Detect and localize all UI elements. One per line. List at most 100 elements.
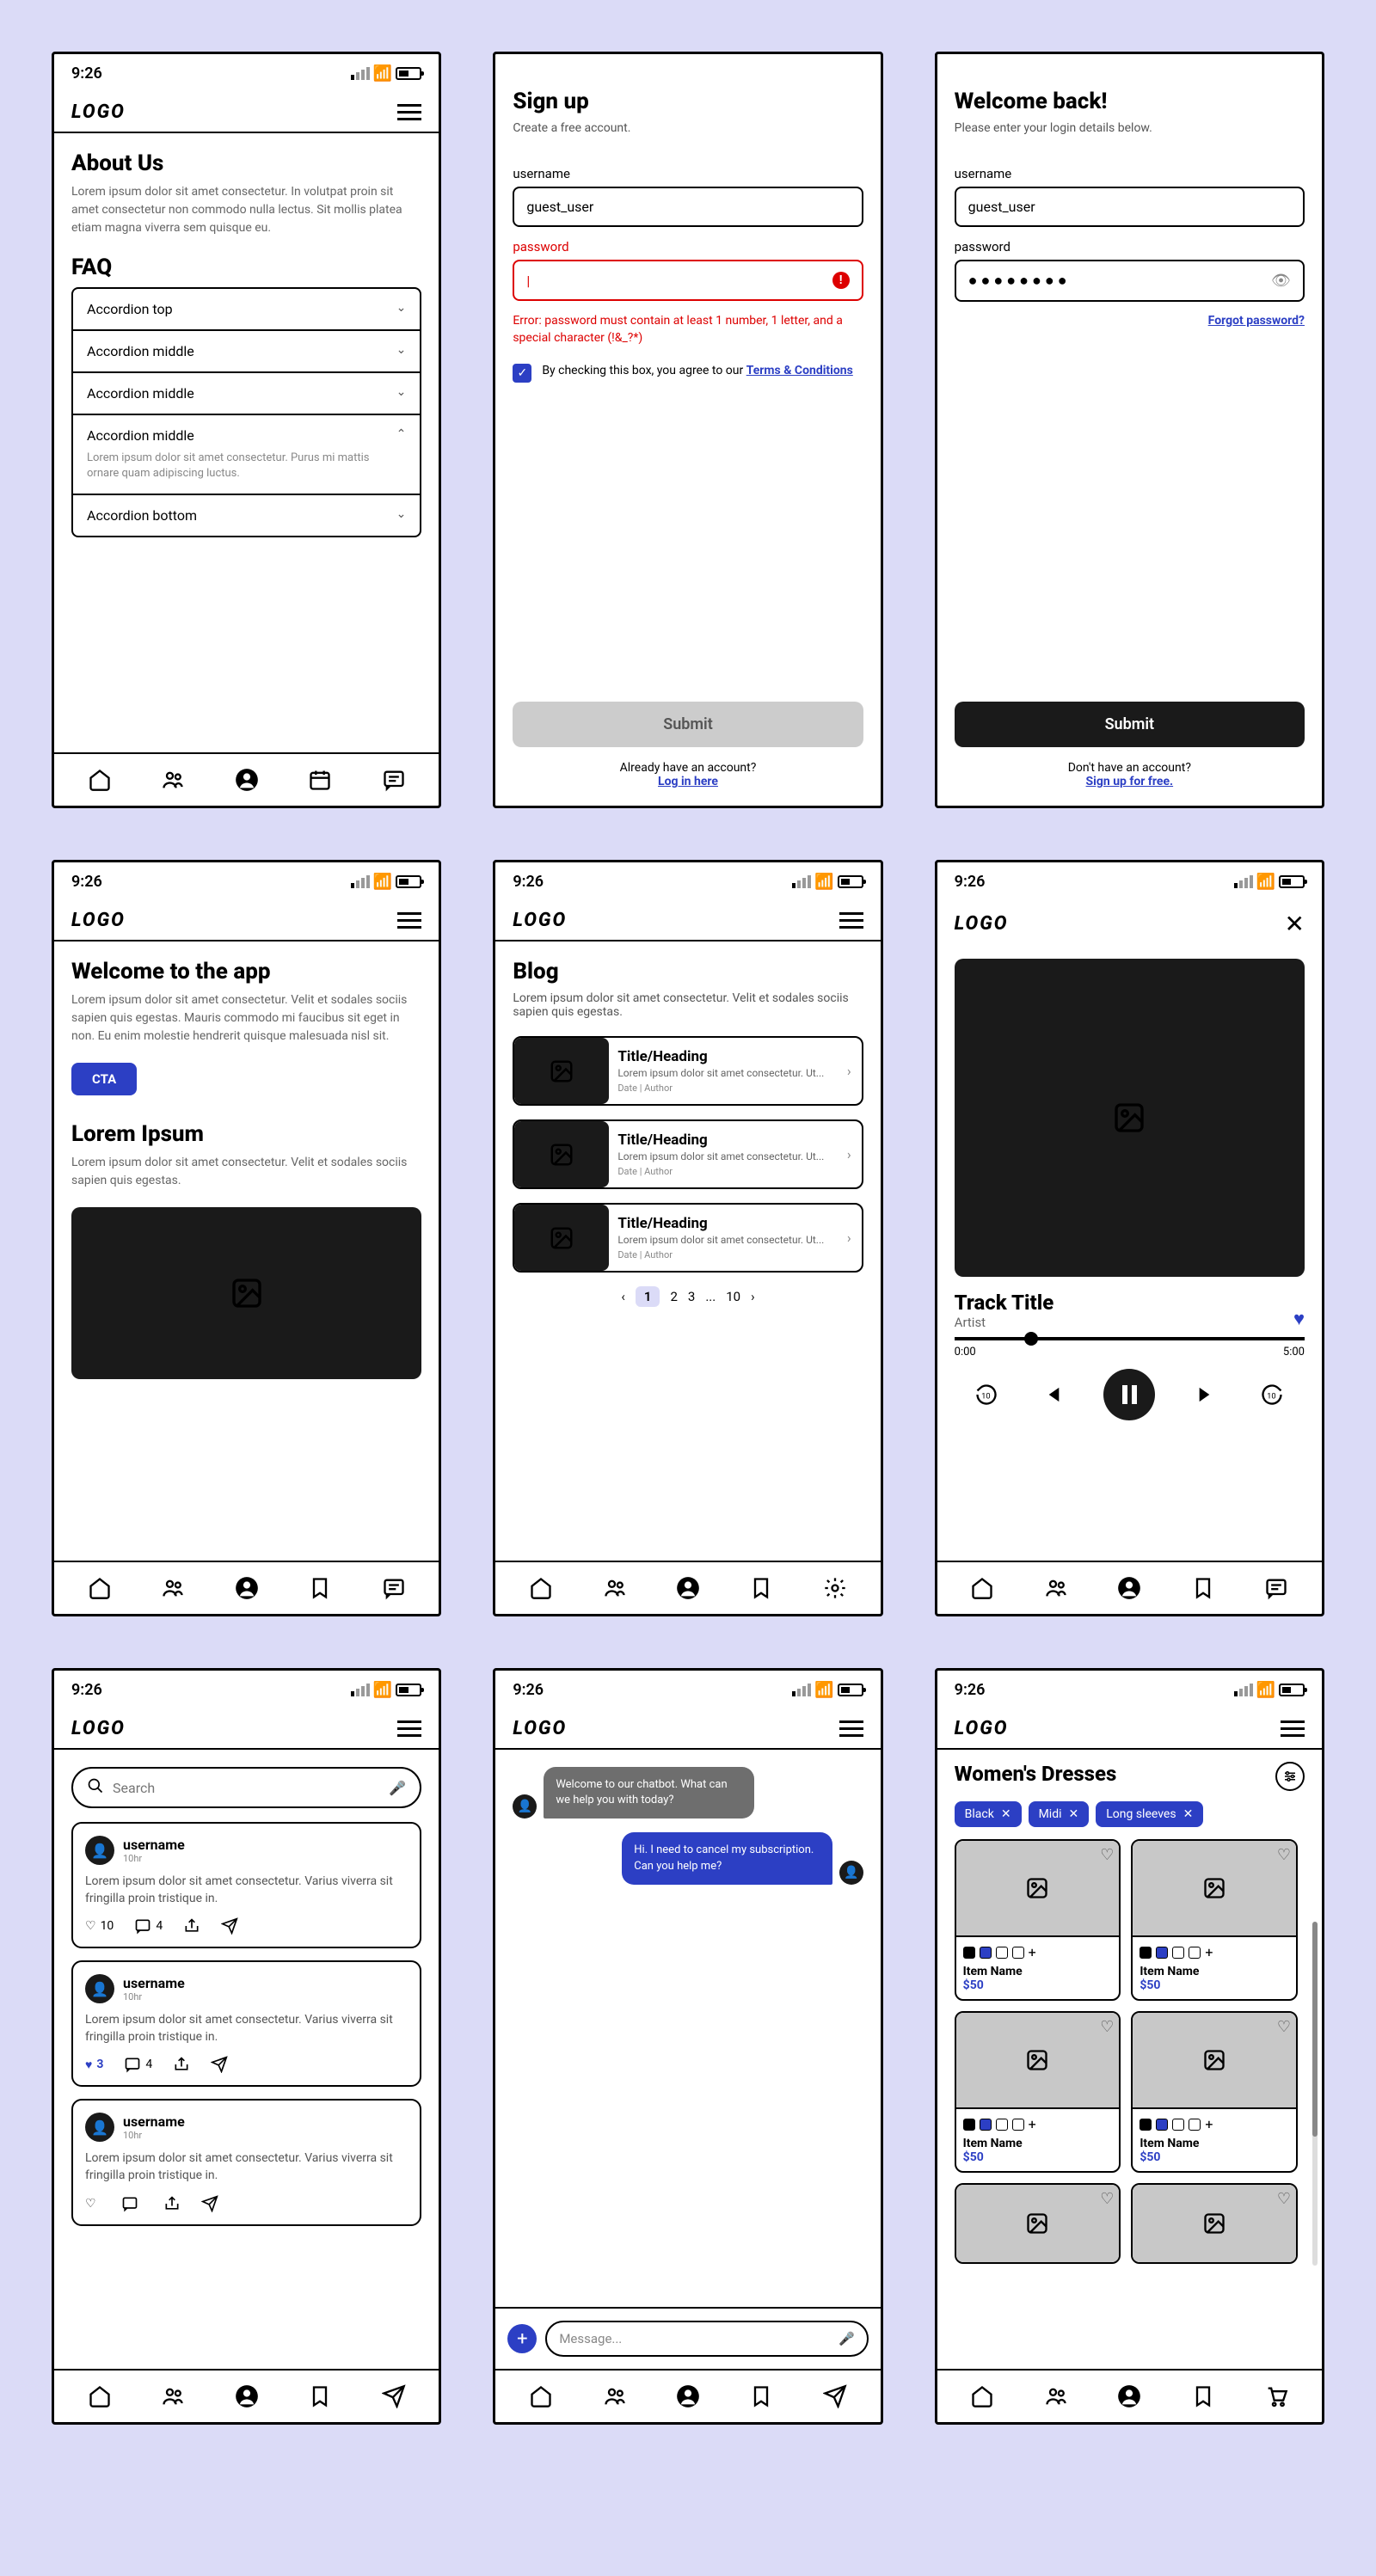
- home-icon[interactable]: [529, 1576, 553, 1600]
- terms-checkbox[interactable]: ✓ By checking this box, you agree to our…: [513, 364, 863, 383]
- pause-button[interactable]: [1103, 1369, 1155, 1420]
- menu-button[interactable]: [397, 912, 421, 929]
- remove-icon[interactable]: ✕: [1001, 1807, 1011, 1821]
- filter-chip[interactable]: Midi✕: [1029, 1801, 1090, 1827]
- filter-chip[interactable]: Long sleeves✕: [1096, 1801, 1203, 1827]
- home-icon[interactable]: [529, 2384, 553, 2408]
- product-card[interactable]: ♡ +Item Name$50: [1131, 1839, 1298, 2001]
- mic-icon[interactable]: 🎤: [389, 1780, 406, 1796]
- accordion-item[interactable]: Accordion bottom⌄: [73, 495, 420, 536]
- home-icon[interactable]: [88, 768, 112, 792]
- menu-button[interactable]: [1281, 1720, 1305, 1737]
- bookmark-icon[interactable]: [308, 2384, 332, 2408]
- chat-icon[interactable]: [382, 1576, 406, 1600]
- forward-10-icon[interactable]: 10: [1260, 1383, 1284, 1407]
- post-username[interactable]: username: [123, 1837, 185, 1853]
- page-current[interactable]: 1: [636, 1286, 660, 1307]
- menu-button[interactable]: [839, 1720, 863, 1737]
- product-card[interactable]: ♡: [1131, 2183, 1298, 2264]
- cta-button[interactable]: CTA: [71, 1063, 137, 1095]
- page-link[interactable]: 10: [726, 1289, 740, 1304]
- previous-icon[interactable]: [1039, 1383, 1063, 1407]
- bookmark-icon[interactable]: [1191, 2384, 1215, 2408]
- blog-card[interactable]: Title/HeadingLorem ipsum dolor sit amet …: [513, 1119, 863, 1189]
- users-icon[interactable]: [1044, 2384, 1068, 2408]
- profile-icon[interactable]: [235, 1576, 259, 1600]
- users-icon[interactable]: [161, 1576, 185, 1600]
- home-icon[interactable]: [970, 1576, 994, 1600]
- close-button[interactable]: ✕: [1285, 910, 1305, 938]
- cart-icon[interactable]: [1264, 2384, 1288, 2408]
- send-button[interactable]: [211, 2056, 228, 2073]
- color-swatches[interactable]: +: [1140, 2116, 1289, 2132]
- remove-icon[interactable]: ✕: [1183, 1807, 1194, 1821]
- menu-button[interactable]: [839, 912, 863, 929]
- progress-slider[interactable]: [955, 1337, 1305, 1340]
- favorite-icon[interactable]: ♡: [1277, 2190, 1291, 2208]
- favorite-icon[interactable]: ♡: [1100, 2018, 1114, 2036]
- bookmark-icon[interactable]: [308, 1576, 332, 1600]
- username-input[interactable]: guest_user: [513, 187, 863, 227]
- favorite-icon[interactable]: ♡: [1277, 2018, 1291, 2036]
- page-link[interactable]: 3: [688, 1289, 695, 1304]
- home-icon[interactable]: [88, 2384, 112, 2408]
- profile-icon[interactable]: [235, 768, 259, 792]
- color-swatches[interactable]: +: [963, 1944, 1113, 1960]
- share-button[interactable]: [163, 2195, 181, 2212]
- bookmark-icon[interactable]: [749, 1576, 773, 1600]
- send-icon[interactable]: [823, 2384, 847, 2408]
- submit-button[interactable]: Submit: [513, 702, 863, 747]
- favorite-icon[interactable]: ♡: [1100, 1846, 1114, 1864]
- remove-icon[interactable]: ✕: [1069, 1807, 1079, 1821]
- add-button[interactable]: +: [507, 2324, 537, 2353]
- comment-button[interactable]: 4: [124, 2056, 152, 2073]
- like-button[interactable]: ♡10: [85, 1919, 114, 1933]
- favorite-icon[interactable]: ♡: [1277, 1846, 1291, 1864]
- signup-link[interactable]: Sign up for free.: [1086, 775, 1174, 788]
- chat-icon[interactable]: [1264, 1576, 1288, 1600]
- settings-icon[interactable]: [823, 1576, 847, 1600]
- color-swatches[interactable]: +: [963, 2116, 1113, 2132]
- password-input[interactable]: ●●●●●●●●👁: [955, 260, 1305, 302]
- terms-link[interactable]: Terms & Conditions: [746, 364, 853, 377]
- login-link[interactable]: Log in here: [658, 775, 718, 788]
- send-button[interactable]: [201, 2195, 218, 2212]
- favorite-button[interactable]: ♥: [1293, 1308, 1305, 1330]
- username-input[interactable]: guest_user: [955, 187, 1305, 227]
- users-icon[interactable]: [603, 2384, 627, 2408]
- menu-button[interactable]: [397, 104, 421, 120]
- like-button[interactable]: ♡: [85, 2197, 101, 2211]
- like-button[interactable]: ♥3: [85, 2058, 103, 2072]
- comment-button[interactable]: [121, 2195, 143, 2212]
- rewind-10-icon[interactable]: 10: [974, 1383, 998, 1407]
- product-card[interactable]: ♡ +Item Name$50: [1131, 2011, 1298, 2173]
- send-button[interactable]: [221, 1917, 238, 1935]
- mic-icon[interactable]: 🎤: [838, 2331, 855, 2346]
- filter-button[interactable]: [1275, 1762, 1305, 1791]
- share-button[interactable]: [183, 1917, 200, 1935]
- profile-icon[interactable]: [235, 2384, 259, 2408]
- product-card[interactable]: ♡ +Item Name$50: [955, 2011, 1121, 2173]
- users-icon[interactable]: [603, 1576, 627, 1600]
- page-next[interactable]: ›: [751, 1289, 755, 1304]
- profile-icon[interactable]: [1117, 2384, 1141, 2408]
- profile-icon[interactable]: [676, 1576, 700, 1600]
- accordion-item[interactable]: Accordion top⌄: [73, 289, 420, 331]
- menu-button[interactable]: [397, 1720, 421, 1737]
- favorite-icon[interactable]: ♡: [1100, 2190, 1114, 2208]
- accordion-item-open[interactable]: Accordion middleLorem ipsum dolor sit am…: [73, 415, 420, 495]
- product-card[interactable]: ♡ +Item Name$50: [955, 1839, 1121, 2001]
- scrollbar[interactable]: [1312, 1922, 1318, 2266]
- filter-chip[interactable]: Black✕: [955, 1801, 1022, 1827]
- forgot-password-link[interactable]: Forgot password?: [1208, 314, 1305, 328]
- users-icon[interactable]: [161, 2384, 185, 2408]
- home-icon[interactable]: [88, 1576, 112, 1600]
- next-icon[interactable]: [1195, 1383, 1219, 1407]
- accordion-item[interactable]: Accordion middle⌄: [73, 331, 420, 373]
- profile-icon[interactable]: [676, 2384, 700, 2408]
- color-swatches[interactable]: +: [1140, 1944, 1289, 1960]
- home-icon[interactable]: [970, 2384, 994, 2408]
- blog-card[interactable]: Title/HeadingLorem ipsum dolor sit amet …: [513, 1036, 863, 1106]
- users-icon[interactable]: [161, 768, 185, 792]
- send-icon[interactable]: [382, 2384, 406, 2408]
